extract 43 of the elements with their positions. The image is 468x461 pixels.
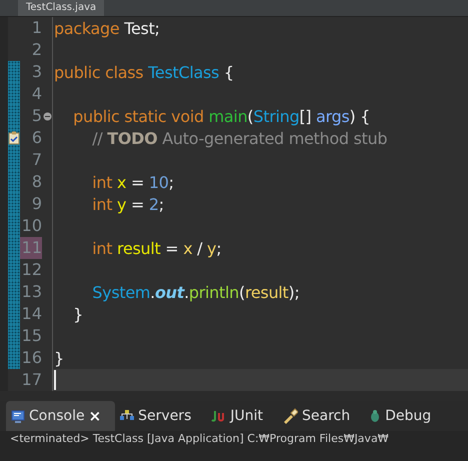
flashlight-icon [282,408,298,424]
text-cursor [54,370,56,390]
view-tab[interactable]: Debug [364,401,446,431]
line-number: 9 [30,193,42,215]
monitor-icon [11,410,25,422]
view-tab[interactable]: Console × [6,401,116,431]
line-number: 16 [20,347,42,369]
line-number: 15 [20,325,42,347]
code-line: } [54,348,64,368]
line-number: 11 [20,237,42,259]
code-line: package Test; [54,18,160,38]
code-line: System.out.println(result); [91,282,300,302]
line-number: 17 [20,369,42,391]
line-number: 8 [30,171,42,193]
line-number: 13 [20,281,42,303]
line-number: 7 [30,149,42,171]
editor-tab[interactable]: TestClass.java [18,0,104,16]
close-icon[interactable]: × [88,407,102,425]
view-tab[interactable]: Search [277,401,364,431]
line-number: 10 [20,215,42,237]
view-tab[interactable]: JUnit [205,401,278,431]
code-line: public class TestClass { [54,62,234,82]
code-line: } [72,304,84,324]
line-number: 6 [30,127,42,149]
task-icon[interactable] [8,131,20,145]
servers-icon [120,410,134,422]
fold-icon[interactable] [42,112,52,120]
code-line: // TODO Auto-generated method stub [91,128,388,148]
line-number: 14 [20,303,42,325]
line-number: 3 [30,61,42,83]
line-number: 1 [30,17,42,39]
bug-icon [369,409,382,423]
code-line: public static void main(String[] args) { [72,106,370,126]
console-status: <terminated> TestClass [Java Application] C:₩Program Files₩Java₩ [0,431,468,461]
line-number: 5 [30,105,42,127]
code-line: int y = 2; [91,194,164,214]
code-line: int x = 10; [91,172,174,192]
line-number: 2 [30,39,42,61]
line-number: 12 [20,259,42,281]
line-number: 4 [30,83,42,105]
code-line: int result = x / y; [91,238,222,258]
junit-icon [210,410,226,422]
view-tab[interactable]: Servers [115,401,206,431]
